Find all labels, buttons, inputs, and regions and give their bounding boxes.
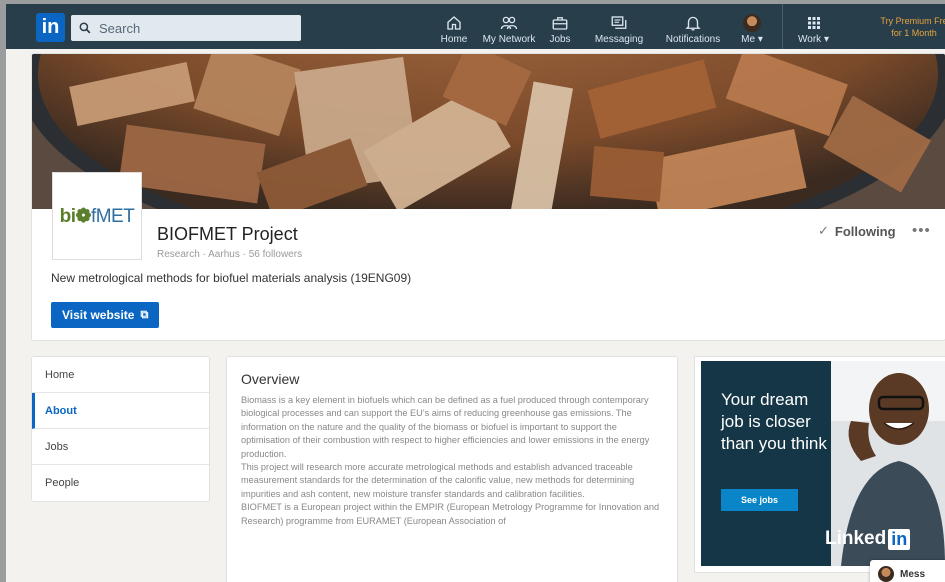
nav-me-label: Me ▾ (741, 34, 763, 45)
nav-messaging[interactable]: Messaging (580, 4, 658, 49)
nav-jobs-label: Jobs (549, 34, 571, 45)
company-logo[interactable]: bi❁fMET (52, 172, 142, 260)
briefcase-icon (552, 17, 568, 30)
messaging-avatar (878, 566, 894, 582)
browser-window: in Home My Network Jobs Messaging (6, 4, 945, 582)
search-input[interactable] (99, 20, 289, 36)
nav-home[interactable]: Home (430, 4, 478, 49)
people-icon (500, 16, 518, 30)
overview-paragraph: This project will research more accurate… (241, 462, 635, 499)
see-jobs-button[interactable]: See jobs (721, 489, 798, 511)
ad-banner: Your dream job is closer than you think … (701, 361, 945, 566)
top-navigation-bar: in Home My Network Jobs Messaging (6, 4, 945, 49)
company-top-card: bi❁fMET BIOFMET Project Research · Aarhu… (32, 54, 945, 340)
visit-website-button[interactable]: Visit website ⧉ (51, 302, 160, 328)
overview-section: Overview Biomass is a key element in bio… (227, 357, 677, 582)
more-options-icon[interactable]: ••• (912, 222, 931, 239)
home-icon (447, 16, 461, 30)
grid-icon (807, 17, 820, 29)
try-premium-link[interactable]: Try Premium Fre for 1 Month (874, 15, 945, 39)
checkmark-icon: ✓ (818, 223, 829, 238)
nav-network-label: My Network (482, 34, 536, 45)
nav-me[interactable]: Me ▾ (728, 4, 776, 49)
overview-title: Overview (241, 371, 300, 387)
nav-notifications[interactable]: Notifications (658, 4, 728, 49)
nav-home-label: Home (440, 34, 468, 45)
nav-my-network[interactable]: My Network (478, 4, 540, 49)
company-nav-people[interactable]: People (32, 465, 209, 501)
messaging-icon (611, 16, 627, 29)
nav-work[interactable]: Work ▾ (782, 4, 844, 49)
advertisement[interactable]: Your dream job is closer than you think … (695, 357, 945, 572)
linkedin-ad-logo: Linked in (825, 528, 911, 550)
bell-icon (685, 16, 701, 31)
ad-headline: Your dream job is closer than you think (721, 390, 827, 453)
search-icon (79, 22, 91, 34)
company-page-nav: Home About Jobs People (32, 357, 209, 501)
leaf-icon: ❁ (75, 205, 92, 227)
external-link-icon: ⧉ (140, 308, 149, 321)
company-meta: Research · Aarhus · 56 followers (157, 249, 303, 260)
caret-down-icon: ▾ (823, 34, 829, 45)
following-button[interactable]: ✓ Following (818, 223, 896, 239)
nav-messaging-label: Messaging (594, 34, 644, 45)
caret-down-icon: ▾ (757, 34, 763, 45)
company-nav-jobs[interactable]: Jobs (32, 429, 209, 465)
linkedin-logo[interactable]: in (36, 13, 65, 42)
messaging-tab[interactable]: Mess (870, 560, 945, 582)
profile-avatar (743, 14, 761, 32)
nav-notifications-label: Notifications (665, 34, 721, 45)
nav-work-label: Work ▾ (798, 34, 829, 45)
nav-items: Home My Network Jobs Messaging Notificat… (430, 4, 844, 49)
company-nav-home[interactable]: Home (32, 357, 209, 393)
company-name: BIOFMET Project (157, 224, 298, 244)
company-tagline: New metrological methods for biofuel mat… (51, 271, 412, 285)
company-nav-about[interactable]: About (32, 393, 209, 429)
overview-paragraph: BIOFMET is a European project within the… (241, 502, 660, 526)
overview-paragraph: Biomass is a key element in biofuels whi… (241, 395, 650, 459)
search-box[interactable] (71, 15, 301, 41)
cover-image-wood-chips (32, 54, 945, 209)
nav-jobs[interactable]: Jobs (540, 4, 580, 49)
